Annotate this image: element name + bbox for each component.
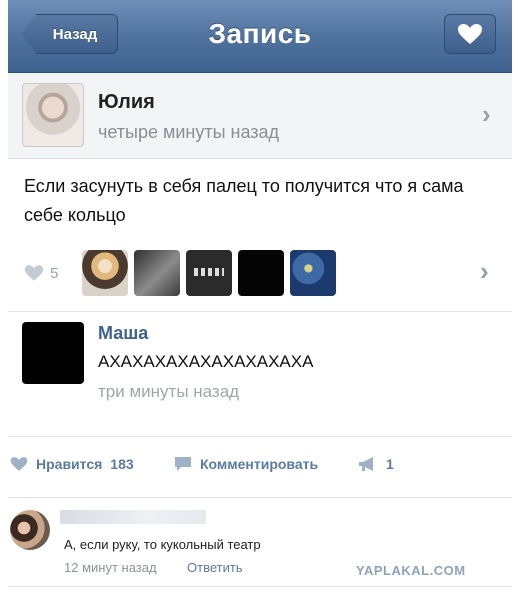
commenter-avatar[interactable]: [10, 510, 50, 550]
chevron-right-icon: ›: [482, 99, 491, 129]
commenter-name[interactable]: Маша: [98, 323, 148, 344]
comment-action-button[interactable]: Комментировать: [174, 456, 318, 472]
navigation-bar: Назад Запись: [8, 0, 512, 73]
comment-timestamp: три минуты назад: [98, 382, 240, 401]
repost-action-button[interactable]: 1: [358, 456, 394, 472]
author-name: Юлия: [98, 91, 155, 113]
megaphone-icon: [359, 457, 373, 471]
divider: [8, 586, 512, 587]
action-bar: Нравится 183 Комментировать 1: [8, 446, 512, 486]
commenter-avatar[interactable]: [22, 322, 84, 384]
like-count: 5: [50, 264, 59, 282]
heart-icon: [458, 24, 482, 44]
post-text: Если засунуть в себя палец то получится …: [24, 176, 464, 225]
liker-avatar[interactable]: [290, 250, 336, 296]
repost-count: 1: [386, 456, 394, 472]
page-title: Запись: [208, 18, 312, 49]
heart-icon: [10, 457, 28, 471]
like-counter: 5: [24, 264, 58, 282]
post-timestamp: четыре минуты назад: [98, 122, 280, 142]
comment-timestamp: 12 минут назад: [64, 560, 157, 575]
liker-avatar[interactable]: [238, 250, 284, 296]
like-post-button[interactable]: [444, 14, 496, 54]
divider: [8, 436, 512, 437]
comment-text: А, если руку, то кукольный театр: [64, 537, 261, 552]
reply-link[interactable]: Ответить: [187, 560, 243, 575]
liker-avatar[interactable]: [134, 250, 180, 296]
liker-avatar[interactable]: [186, 250, 232, 296]
divider: [8, 497, 512, 498]
comment-icon: [175, 457, 191, 471]
like-action-count: 183: [110, 456, 134, 472]
comment-action-label: Комментировать: [200, 456, 319, 472]
commenter-name-redacted: [60, 510, 206, 524]
liker-avatar[interactable]: [82, 250, 128, 296]
author-avatar[interactable]: [22, 83, 84, 147]
like-action-button[interactable]: Нравится 183: [10, 456, 134, 472]
comment-text: АХАХАХАХАХАХАХАХАХА: [98, 352, 314, 371]
likes-strip[interactable]: 5 ›: [24, 248, 504, 300]
chevron-right-icon: ›: [480, 256, 489, 286]
watermark: YAPLAKAL.COM: [356, 563, 466, 578]
post-author-row[interactable]: Юлия четыре минуты назад ›: [8, 73, 512, 159]
heart-icon: [24, 265, 44, 281]
divider: [8, 311, 512, 312]
like-action-label: Нравится: [36, 456, 103, 472]
